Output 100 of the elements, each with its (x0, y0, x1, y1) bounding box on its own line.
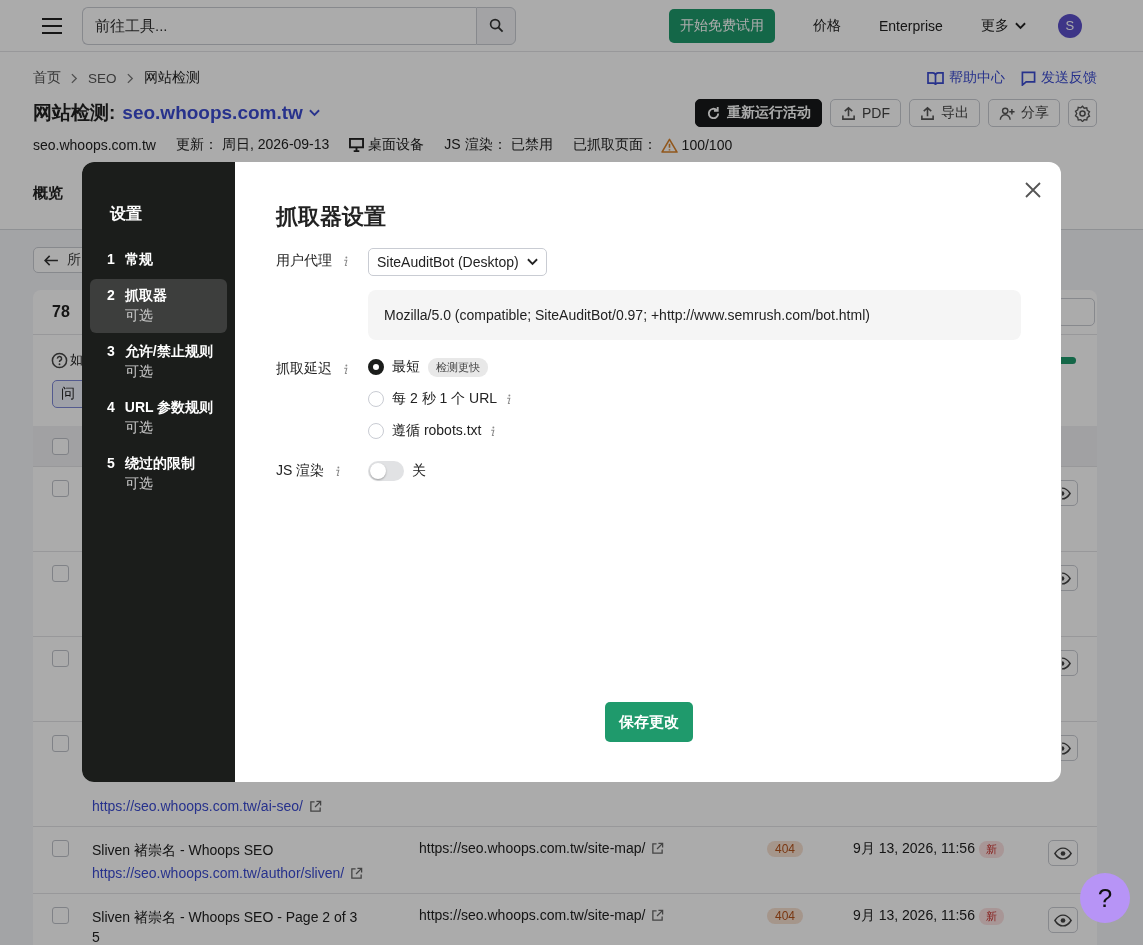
question-icon (51, 351, 68, 369)
breadcrumb-item[interactable]: SEO (88, 70, 117, 86)
nav-link[interactable]: 价格 (813, 16, 841, 35)
save-button[interactable]: 保存更改 (604, 702, 693, 742)
checkbox[interactable] (52, 840, 69, 857)
more-menu[interactable]: 更多 (980, 16, 1026, 35)
breadcrumb-item[interactable]: 首页 (33, 69, 61, 87)
dialog-title: 抓取器设置 (276, 203, 387, 231)
info-icon (342, 363, 349, 375)
link-target[interactable]: https://seo.whoops.com.tw/site-map/ (419, 840, 767, 856)
search-icon (488, 18, 504, 33)
hint-text: 如 (70, 351, 83, 369)
meta-value: 周日, 2026-09-13 (221, 136, 330, 154)
external-link-icon (308, 799, 322, 813)
eye-icon (1054, 846, 1072, 860)
date-text: 9月 13, 2026, 11:56 (853, 840, 975, 858)
export-button[interactable]: PDF (830, 99, 901, 127)
new-badge: 新 (978, 907, 1004, 925)
avatar[interactable]: S (1057, 13, 1082, 38)
meta-label: JS 渲染： (444, 136, 507, 154)
field-label: 用户代理 (276, 252, 332, 270)
external-link-icon (350, 866, 364, 880)
meta-value: 已禁用 (510, 136, 553, 154)
chat-icon (1021, 70, 1036, 86)
page-title: 网站检测: (33, 101, 116, 125)
chevron-down-icon (1014, 21, 1026, 30)
radio-button[interactable] (368, 359, 384, 375)
domain-text: seo.whoops.com.tw (33, 137, 156, 153)
issue-count: 78 (52, 303, 70, 321)
rerun-button[interactable]: 重新运行活动 (695, 99, 822, 127)
eye-icon (1062, 571, 1071, 585)
toggle-label: 关 (412, 462, 426, 480)
date-text: 9月 13, 2026, 11:56 (853, 907, 975, 925)
export-button[interactable]: 导出 (909, 99, 980, 127)
chevron-right-icon (71, 72, 78, 84)
page-link[interactable]: https://seo.whoops.com.tw/ai-seo/ (92, 796, 363, 816)
eye-icon (1054, 913, 1072, 927)
radio-label[interactable]: 遵循 robots.txt (392, 422, 482, 440)
chevron-down-icon (526, 258, 538, 266)
meta-value: 100/100 (681, 137, 733, 153)
checkbox[interactable] (52, 650, 69, 667)
close-icon (1025, 182, 1041, 198)
view-button[interactable] (1048, 907, 1078, 933)
radio-label[interactable]: 每 2 秒 1 个 URL (392, 390, 498, 408)
eye-icon (1062, 486, 1071, 500)
project-selector[interactable]: seo.whoops.com.tw (122, 102, 320, 124)
view-button[interactable] (1048, 840, 1078, 866)
sidebar-title: 设置 (108, 204, 143, 224)
checkbox[interactable] (52, 565, 69, 582)
field-label: JS 渲染 (276, 462, 325, 480)
search-button[interactable] (476, 6, 516, 45)
add-user-icon (999, 105, 1015, 121)
status-code-badge: 404 (767, 908, 804, 924)
chevron-right-icon (126, 72, 134, 84)
step-item[interactable]: 2 抓取器 可选 (90, 279, 227, 333)
meta-value: 桌面设备 (368, 136, 425, 154)
user-agent-string: Mozilla/5.0 (compatible; SiteAuditBot/0.97; +http://www.semrush.com/bot.html) (368, 290, 1021, 340)
search-field[interactable]: 前往工具... (82, 6, 476, 45)
tab[interactable]: 概览 (33, 184, 63, 203)
status-code-badge: 404 (767, 841, 804, 857)
eye-icon (1062, 656, 1071, 670)
external-link-icon (651, 841, 665, 855)
close-button[interactable] (1025, 182, 1041, 198)
settings-button[interactable] (1068, 99, 1097, 127)
page-link[interactable]: https://seo.whoops.com.tw/author/sliven/ (92, 863, 363, 883)
settings-icon (1074, 104, 1091, 122)
link-target[interactable]: https://seo.whoops.com.tw/site-map/ (419, 907, 767, 923)
book-icon (927, 70, 944, 86)
tag: 检测更快 (428, 357, 488, 377)
checkbox[interactable] (52, 480, 69, 497)
checkbox[interactable] (52, 437, 69, 455)
step-item[interactable]: 1 常规 (90, 243, 227, 277)
radio-label[interactable]: 最短 (392, 358, 420, 376)
checkbox[interactable] (52, 907, 69, 924)
meta-label: 已抓取页面： (572, 136, 657, 154)
arrow-left-icon (44, 254, 59, 266)
upload-icon (841, 105, 856, 121)
checkbox[interactable] (52, 735, 69, 752)
info-icon (342, 255, 349, 267)
field-label: 抓取延迟 (276, 360, 332, 378)
upload-icon (920, 105, 935, 121)
refresh-icon (706, 105, 721, 121)
share-button[interactable]: 分享 (988, 99, 1060, 127)
nav-link[interactable]: Enterprise (879, 17, 943, 34)
breadcrumb-item: 网站检测 (143, 69, 200, 87)
info-icon (334, 465, 342, 477)
help-center-link[interactable]: 帮助中心 (927, 69, 1005, 87)
menu-icon[interactable] (42, 17, 62, 34)
monitor-icon (349, 138, 365, 152)
meta-label: 更新： (175, 136, 218, 154)
chevron-down-icon (308, 109, 320, 117)
warning-icon (660, 137, 678, 153)
feedback-link[interactable]: 发送反馈 (1021, 69, 1097, 87)
eye-icon (1062, 741, 1071, 755)
toggle-switch[interactable] (368, 461, 404, 481)
user-agent-dropdown[interactable]: SiteAuditBot (Desktop) (368, 248, 547, 276)
external-link-icon (651, 908, 665, 922)
step-item[interactable]: 5 绕过的限制 可选 (90, 447, 227, 501)
page-title-cell-text: Sliven 褚崇名 - Whoops SEO (92, 841, 275, 860)
page-title-cell-text: Sliven 褚崇名 - Whoops SEO - Page 2 of 3 5 (92, 908, 359, 945)
